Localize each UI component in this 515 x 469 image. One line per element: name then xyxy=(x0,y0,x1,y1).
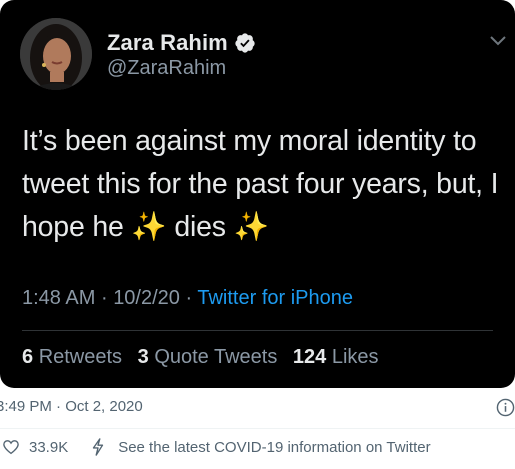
chevron-down-icon[interactable] xyxy=(490,36,506,46)
quote-tweets-stat[interactable]: 3 Quote Tweets xyxy=(138,346,278,368)
tweet-time[interactable]: 1:48 AM xyxy=(22,287,95,309)
tweet-stats: 6 Retweets 3 Quote Tweets 124 Likes xyxy=(22,346,389,369)
bolt-icon xyxy=(93,438,104,456)
avatar[interactable] xyxy=(20,18,92,90)
verified-badge-icon xyxy=(235,33,255,53)
author-row: Zara Rahim xyxy=(107,30,256,56)
divider xyxy=(22,330,493,331)
info-icon[interactable] xyxy=(496,398,515,417)
retweets-stat[interactable]: 6 Retweets xyxy=(22,346,122,368)
tweet-meta: 1:48 AM · 10/2/20 · Twitter for iPhone xyxy=(22,287,353,310)
author-name[interactable]: Zara Rahim xyxy=(107,30,228,56)
meta-separator: · xyxy=(185,287,193,309)
tweet-source-link[interactable]: Twitter for iPhone xyxy=(197,287,353,309)
embed-actions: 33.9K See the latest COVID-19 informatio… xyxy=(0,437,431,457)
like-count[interactable]: 33.9K xyxy=(29,439,68,456)
tweet-card: Zara Rahim @ZaraRahim It’s been against … xyxy=(0,0,515,388)
footer-divider xyxy=(0,428,515,429)
covid-info-link[interactable]: See the latest COVID-19 information on T… xyxy=(118,439,430,456)
heart-icon[interactable] xyxy=(2,438,20,456)
embed-timestamp[interactable]: 3:49 PM · Oct 2, 2020 xyxy=(0,398,143,415)
tweet-date[interactable]: 10/2/20 xyxy=(113,287,180,309)
author-handle[interactable]: @ZaraRahim xyxy=(107,57,226,80)
tweet-text: It’s been against my moral identity to t… xyxy=(22,125,507,243)
likes-stat[interactable]: 124 Likes xyxy=(293,346,379,368)
meta-separator: · xyxy=(100,287,108,309)
